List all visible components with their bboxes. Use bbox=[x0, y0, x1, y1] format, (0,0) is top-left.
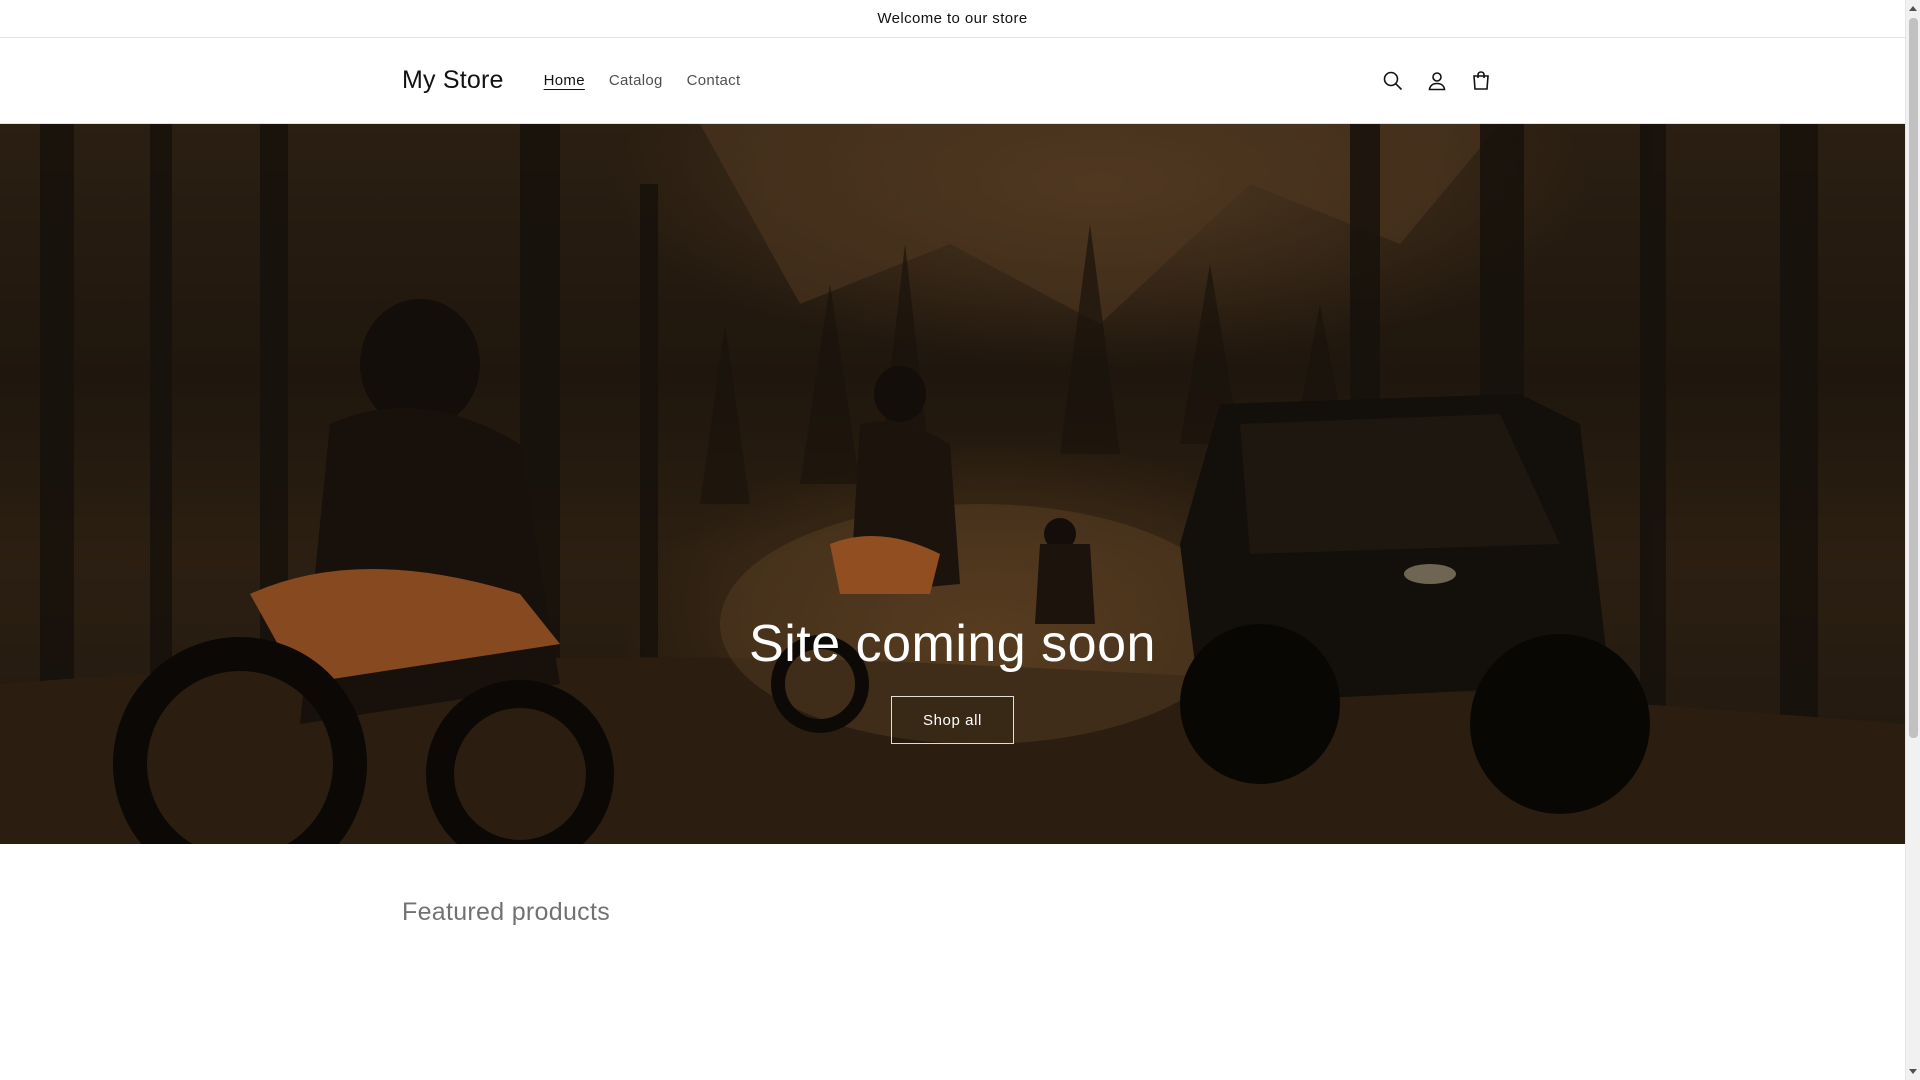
cart-icon[interactable] bbox=[1459, 59, 1503, 103]
site-header: My Store Home Catalog Contact bbox=[0, 38, 1905, 124]
store-logo[interactable]: My Store bbox=[402, 66, 504, 95]
featured-section: Featured products bbox=[402, 898, 610, 927]
hero-title: Site coming soon bbox=[749, 615, 1156, 673]
page-scrollbar[interactable] bbox=[1905, 0, 1920, 1080]
announcement-text: Welcome to our store bbox=[877, 10, 1028, 27]
main-nav: Home Catalog Contact bbox=[532, 66, 753, 95]
scroll-up-icon[interactable] bbox=[1909, 6, 1917, 11]
account-icon[interactable] bbox=[1415, 59, 1459, 103]
scroll-thumb[interactable] bbox=[1909, 18, 1918, 738]
announcement-bar: Welcome to our store bbox=[0, 0, 1905, 38]
featured-title: Featured products bbox=[402, 898, 610, 926]
page: Welcome to our store My Store Home Catal… bbox=[0, 0, 1905, 1080]
hero-banner: Site coming soon Shop all bbox=[0, 124, 1905, 844]
header-icons bbox=[1371, 59, 1503, 103]
nav-home[interactable]: Home bbox=[532, 66, 597, 95]
hero-content: Site coming soon Shop all bbox=[0, 614, 1905, 744]
nav-catalog[interactable]: Catalog bbox=[597, 66, 675, 95]
nav-contact[interactable]: Contact bbox=[675, 66, 753, 95]
search-icon[interactable] bbox=[1371, 59, 1415, 103]
shop-all-button[interactable]: Shop all bbox=[890, 696, 1014, 744]
scroll-down-icon[interactable] bbox=[1909, 1069, 1917, 1074]
